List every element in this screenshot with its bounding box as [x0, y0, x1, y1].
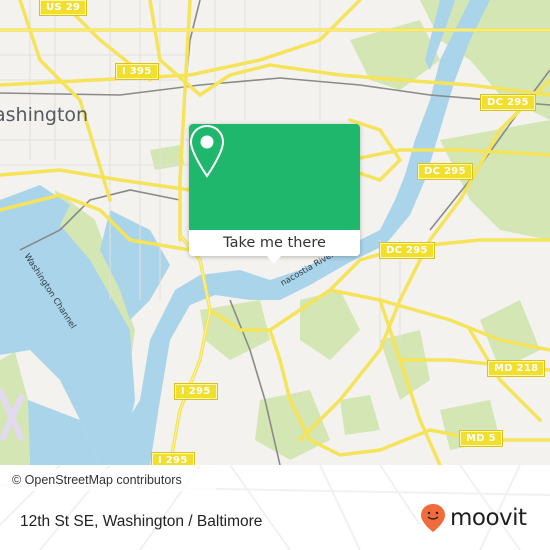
city-label: ashington: [0, 104, 89, 126]
moovit-smiley-pin-icon: [421, 504, 445, 532]
popup-pointer: [266, 255, 282, 264]
route-shield-dc-295-middle: DC 295: [417, 163, 473, 180]
route-shield-md-5: MD 5: [459, 430, 503, 447]
osm-attribution[interactable]: © OpenStreetMap contributors: [0, 469, 216, 491]
route-shield-us-29: US 29: [38, 0, 88, 16]
moovit-wordmark: moovit: [450, 505, 527, 531]
route-shield-i-295-upper: I 295: [174, 383, 218, 400]
popup-header[interactable]: [189, 124, 360, 230]
map-pin-icon: [189, 124, 225, 178]
route-shield-dc-295-east: DC 295: [379, 242, 435, 259]
location-address: 12th St SE, Washington / Baltimore: [20, 513, 263, 530]
route-shield-dc-295-north: DC 295: [480, 94, 536, 111]
take-me-there-button[interactable]: Take me there: [189, 230, 360, 256]
route-shield-md-218: MD 218: [486, 360, 546, 377]
destination-popup[interactable]: Take me there: [189, 124, 360, 264]
route-shield-i-395: I 395: [115, 63, 159, 80]
moovit-logo[interactable]: moovit: [420, 503, 527, 533]
map-view[interactable]: ashington Washington Channel nacostia Ri…: [0, 0, 550, 465]
route-shield-i-295-lower: I 295: [151, 452, 195, 465]
